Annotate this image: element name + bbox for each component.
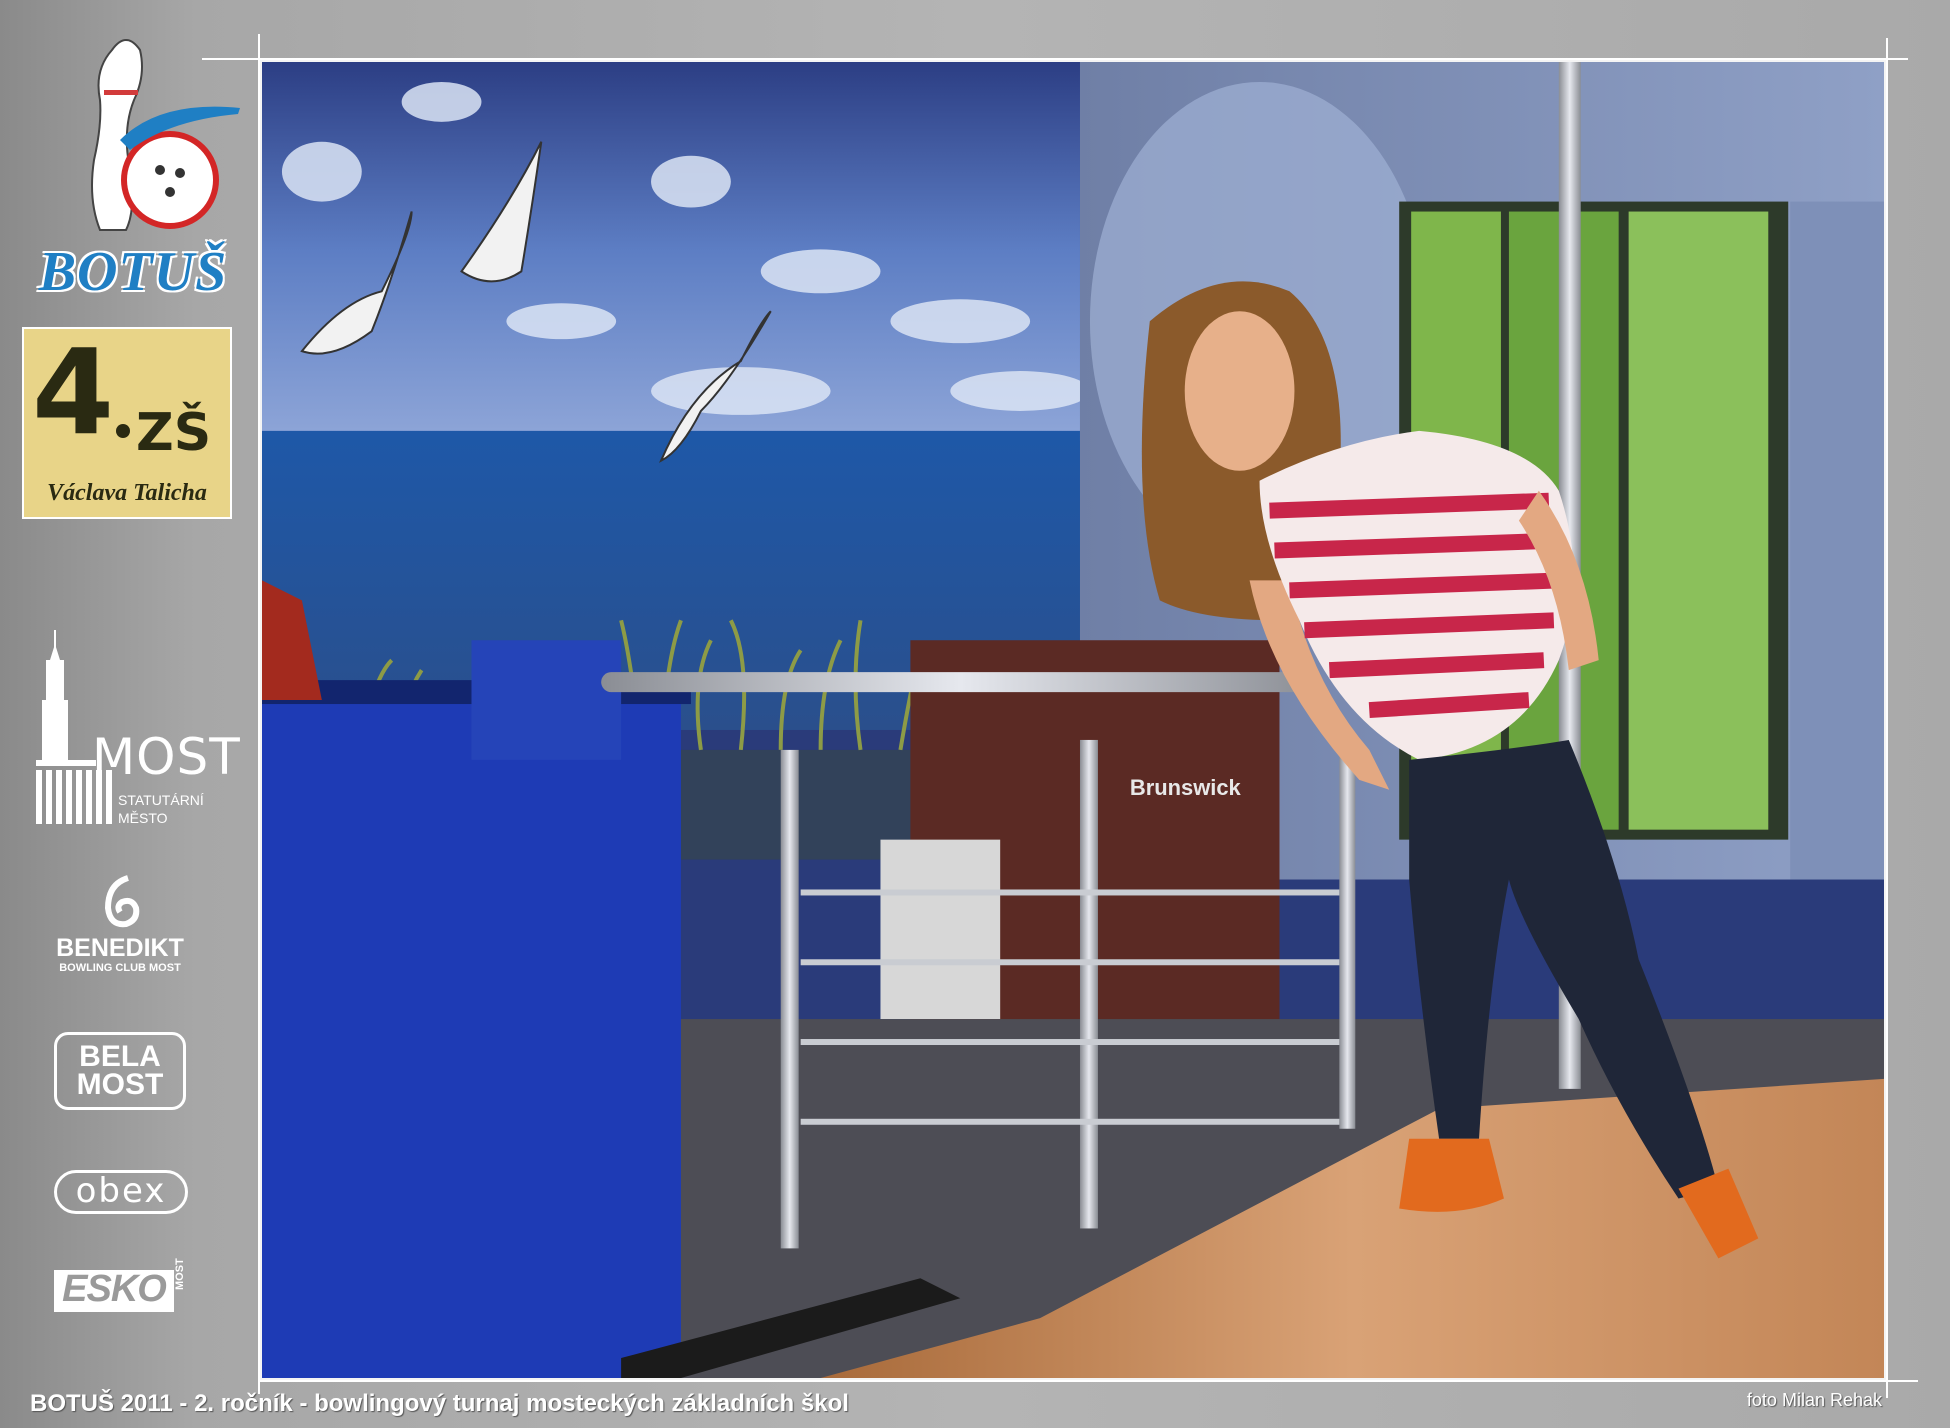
benedikt-name: BENEDIKT: [56, 934, 184, 962]
ball-return: [262, 700, 681, 1378]
benedikt-subtitle: BOWLING CLUB MOST: [59, 962, 181, 974]
school-number: 4: [32, 323, 115, 461]
machine-brand-text: Brunswick: [1130, 775, 1242, 800]
school-logo: 4 ZŠ Václava Talicha: [22, 323, 232, 519]
photo-credit: foto Milan Rehak: [1746, 1390, 1882, 1410]
photo-scene: Brunswick: [262, 62, 1884, 1378]
school-code: ZŠ: [136, 403, 212, 463]
school-name: Václava Talicha: [47, 480, 207, 506]
esko-text: ESKO: [62, 1268, 167, 1310]
most-city-subtitle-1: STATUTÁRNÍ: [118, 792, 204, 808]
botus-pin-logo: [60, 30, 250, 240]
obex-text: obex: [75, 1171, 167, 1211]
most-city-subtitle-2: MĚSTO: [118, 810, 168, 826]
swirl-icon: [104, 875, 140, 928]
botus-wordmark: BOTUŠ: [38, 241, 228, 303]
esko-most-text: MOST: [174, 1258, 186, 1290]
bela-most-word: MOST: [76, 1068, 164, 1101]
school-dot-icon: [116, 424, 130, 438]
bowling-pin-icon: [91, 39, 240, 231]
frame-line-bottom: [258, 1380, 1918, 1382]
event-caption: BOTUŠ 2011 - 2. ročník - bowlingový turn…: [30, 1390, 849, 1417]
frame-line-right: [1886, 38, 1888, 1398]
bowling-photo: Brunswick: [260, 60, 1886, 1380]
benedikt-swirl-logo: [98, 874, 144, 930]
most-city-word: MOST: [92, 728, 241, 786]
